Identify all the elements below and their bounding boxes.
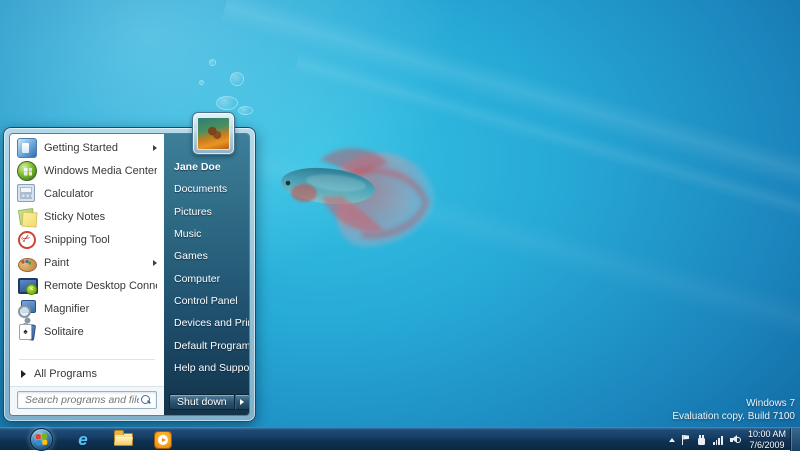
snipping-tool-icon: ✂ [18,231,36,249]
menu-item-games[interactable]: Games [164,245,250,267]
watermark-line1: Windows 7 [672,397,795,410]
internet-explorer-icon: e [78,431,87,448]
tray-date: 7/6/2009 [748,440,786,451]
menu-item-help-support[interactable]: Help and Support [164,357,250,379]
menu-item-remote-desktop[interactable]: Remote Desktop Connection [10,274,164,297]
user-picture [197,117,230,150]
remote-desktop-icon [17,276,37,296]
menu-item-computer[interactable]: Computer [164,267,250,289]
menu-item-label: Magnifier [44,303,89,315]
shutdown-label: Shut down [177,396,227,408]
menu-item-devices-printers[interactable]: Devices and Printers [164,312,250,334]
menu-item-calculator[interactable]: Calculator [10,182,164,205]
menu-item-pictures[interactable]: Pictures [164,201,250,223]
getting-started-icon [17,138,37,158]
power-plug-icon[interactable] [697,435,706,445]
shutdown-button[interactable]: Shut down [169,394,235,410]
volume-icon[interactable] [730,435,741,445]
tray-clock[interactable]: 10:00 AM 7/6/2009 [748,429,786,450]
search-input[interactable] [23,393,141,407]
calculator-icon [17,184,35,202]
menu-item-solitaire[interactable]: Solitaire [10,320,164,343]
menu-item-magnifier[interactable]: Magnifier [10,297,164,320]
action-center-flag-icon[interactable] [682,435,690,445]
windows-logo-icon [36,434,48,446]
paint-icon [17,253,37,273]
menu-separator [19,359,155,360]
magnifier-icon [17,299,37,319]
taskbar: e 10:00 AM 7/6/2009 [0,427,800,450]
user-avatar[interactable] [192,112,235,155]
menu-item-documents[interactable]: Documents [164,178,250,200]
network-signal-icon[interactable] [713,435,723,445]
system-tray: 10:00 AM 7/6/2009 [669,428,786,451]
hidden-icons-chevron[interactable] [669,438,675,442]
menu-item-getting-started[interactable]: Getting Started [10,136,164,159]
sticky-notes-icon [17,207,37,227]
search-box [17,391,157,409]
bubble [230,72,244,86]
all-programs-arrow-icon [21,370,26,378]
watermark-line2: Evaluation copy. Build 7100 [672,410,795,423]
start-menu-left-panel: Getting Started Windows Media Center Cal… [10,134,164,415]
shutdown-row: Shut down [164,394,250,410]
arrow-right-icon [240,399,244,405]
taskbar-windows-explorer[interactable] [108,428,138,451]
all-programs-button[interactable]: All Programs [10,362,164,386]
start-menu-right-panel: Jane Doe Documents Pictures Music Games … [164,134,250,415]
search-row [10,386,164,415]
submenu-arrow-icon [153,145,157,151]
solitaire-icon [17,322,37,342]
menu-item-label: Paint [44,257,69,269]
menu-item-label: Snipping Tool [44,234,110,246]
menu-item-label: Sticky Notes [44,211,105,223]
start-menu-body: Getting Started Windows Media Center Cal… [9,133,250,416]
tray-time: 10:00 AM [748,429,786,440]
windows-media-player-icon [154,431,172,449]
betta-fish-wallpaper-image [266,133,444,261]
all-programs-label: All Programs [34,368,97,380]
media-center-icon [17,161,37,181]
submenu-arrow-icon [153,260,157,266]
taskbar-windows-media-player[interactable] [148,428,178,451]
menu-item-sticky-notes[interactable]: Sticky Notes [10,205,164,228]
shutdown-options-arrow[interactable] [235,394,250,410]
bubble [209,59,216,66]
menu-item-control-panel[interactable]: Control Panel [164,290,250,312]
show-desktop-button[interactable] [790,428,800,451]
bubble [238,106,253,115]
taskbar-internet-explorer[interactable]: e [68,428,98,451]
bubble [199,80,204,85]
menu-item-snipping-tool[interactable]: ✂ Snipping Tool [10,228,164,251]
menu-item-music[interactable]: Music [164,223,250,245]
windows-explorer-icon [114,433,133,446]
menu-item-paint[interactable]: Paint [10,251,164,274]
bubble [216,96,238,110]
menu-item-label: Solitaire [44,326,84,338]
menu-item-default-programs[interactable]: Default Programs [164,334,250,356]
user-name[interactable]: Jane Doe [164,156,250,178]
menu-item-label: Remote Desktop Connection [44,280,157,292]
menu-item-label: Windows Media Center [44,165,157,177]
menu-item-windows-media-center[interactable]: Windows Media Center [10,159,164,182]
menu-item-label: Calculator [44,188,94,200]
evaluation-watermark: Windows 7 Evaluation copy. Build 7100 [672,397,795,423]
search-icon[interactable] [141,395,151,405]
left-panel-spacer [10,343,164,357]
start-button[interactable] [30,428,53,451]
menu-item-label: Getting Started [44,142,118,154]
start-menu: Getting Started Windows Media Center Cal… [3,127,256,422]
